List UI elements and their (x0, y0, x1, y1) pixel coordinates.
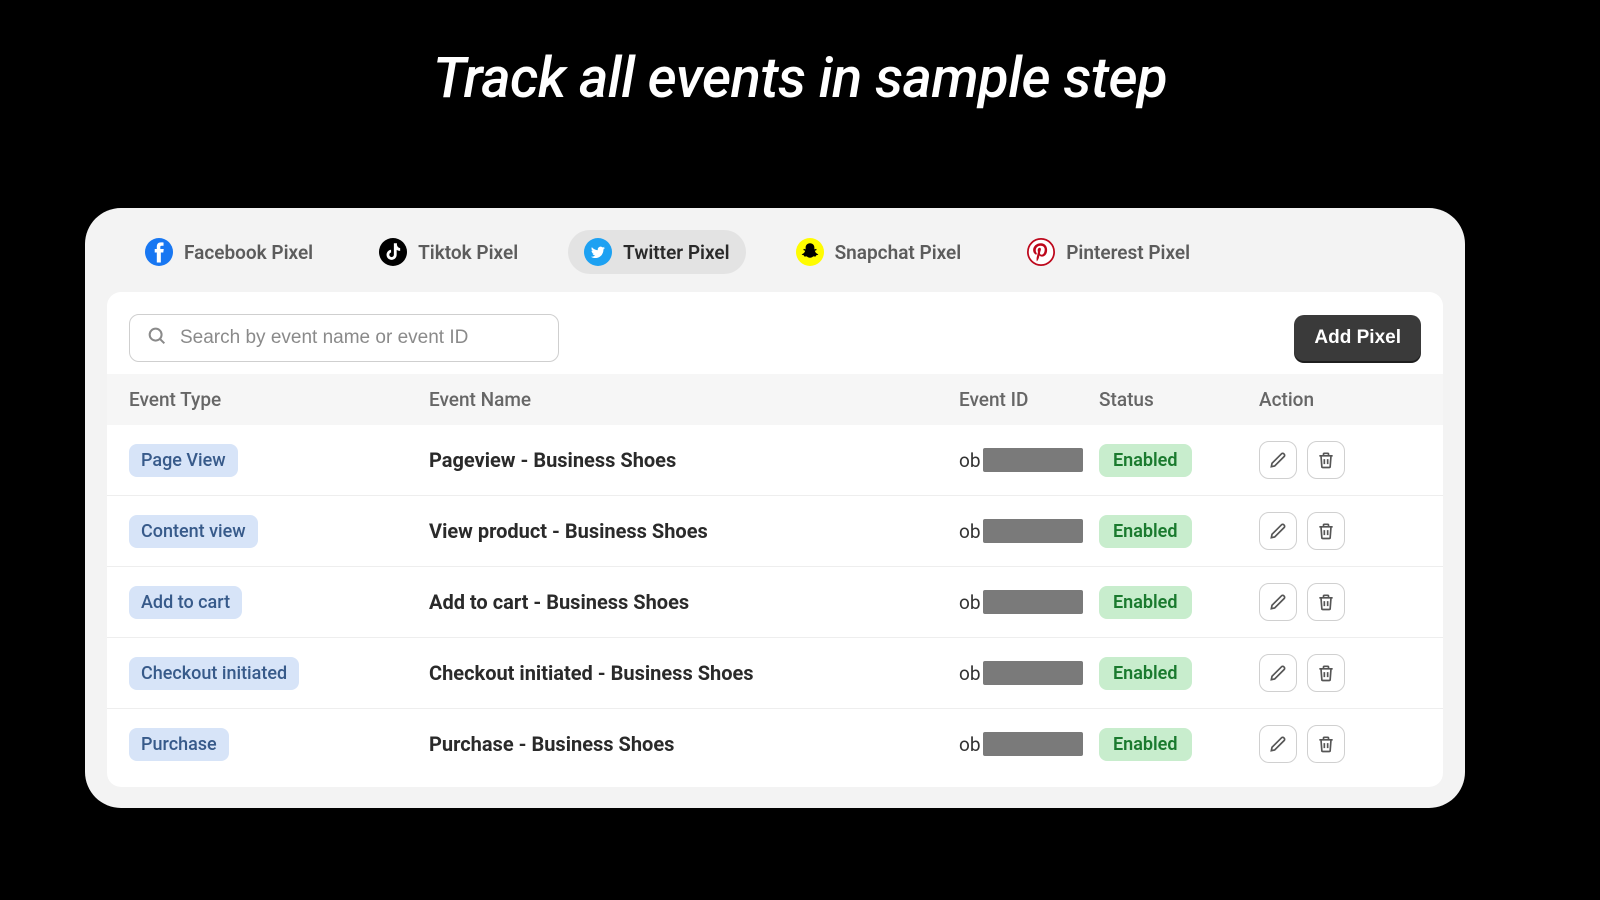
event-id: ob (959, 448, 1099, 472)
tab-tiktok-pixel[interactable]: Tiktok Pixel (363, 230, 534, 274)
col-action: Action (1259, 388, 1419, 411)
event-type-badge: Content view (129, 515, 258, 548)
edit-button[interactable] (1259, 512, 1297, 550)
search-input[interactable] (180, 327, 542, 349)
delete-button[interactable] (1307, 725, 1345, 763)
table-row: Content view View product - Business Shoe… (107, 496, 1443, 567)
col-status: Status (1099, 388, 1259, 411)
tab-label: Pinterest Pixel (1066, 241, 1190, 264)
event-name: Pageview - Business Shoes (429, 448, 959, 472)
event-name: View product - Business Shoes (429, 519, 959, 543)
table-header: Event Type Event Name Event ID Status Ac… (107, 374, 1443, 425)
page-headline: Track all events in sample step (0, 0, 1600, 111)
delete-button[interactable] (1307, 583, 1345, 621)
row-actions (1259, 512, 1419, 550)
table-row: Add to cart Add to cart - Business Shoeso… (107, 567, 1443, 638)
delete-button[interactable] (1307, 441, 1345, 479)
edit-button[interactable] (1259, 725, 1297, 763)
pixel-panel: Facebook Pixel Tiktok Pixel Twitter Pixe… (85, 208, 1465, 808)
event-type-badge: Purchase (129, 728, 229, 761)
status-badge: Enabled (1099, 728, 1192, 761)
edit-button[interactable] (1259, 583, 1297, 621)
table-row: Checkout initiated Checkout initiated - B… (107, 638, 1443, 709)
redacted-id (983, 732, 1083, 756)
row-actions (1259, 654, 1419, 692)
col-event-name: Event Name (429, 388, 959, 411)
status-badge: Enabled (1099, 444, 1192, 477)
tiktok-icon (379, 238, 407, 266)
event-name: Purchase - Business Shoes (429, 732, 959, 756)
edit-button[interactable] (1259, 441, 1297, 479)
delete-button[interactable] (1307, 654, 1345, 692)
redacted-id (983, 448, 1083, 472)
event-id: ob (959, 590, 1099, 614)
table-body: Page ViewPageview - Business ShoesobEnab… (107, 425, 1443, 779)
status-badge: Enabled (1099, 657, 1192, 690)
event-type-badge: Checkout initiated (129, 657, 299, 690)
tab-twitter-pixel[interactable]: Twitter Pixel (568, 230, 745, 274)
status-badge: Enabled (1099, 586, 1192, 619)
tab-facebook-pixel[interactable]: Facebook Pixel (129, 230, 329, 274)
toolbar: Add Pixel (107, 314, 1443, 374)
pixel-tabs: Facebook Pixel Tiktok Pixel Twitter Pixe… (85, 228, 1465, 292)
twitter-icon (584, 238, 612, 266)
tab-pinterest-pixel[interactable]: Pinterest Pixel (1011, 230, 1206, 274)
edit-button[interactable] (1259, 654, 1297, 692)
facebook-icon (145, 238, 173, 266)
search-icon (146, 325, 168, 351)
events-card: Add Pixel Event Type Event Name Event ID… (107, 292, 1443, 787)
table-row: Page View Pageview - Business ShoesobEnab… (107, 425, 1443, 496)
event-id: ob (959, 661, 1099, 685)
col-event-type: Event Type (129, 388, 429, 411)
pinterest-icon (1027, 238, 1055, 266)
col-event-id: Event ID (959, 388, 1099, 411)
event-id: ob (959, 519, 1099, 543)
table-row: Purchase Purchase - Business ShoesobEnabl… (107, 709, 1443, 779)
redacted-id (983, 590, 1083, 614)
event-name: Checkout initiated - Business Shoes (429, 661, 959, 685)
tab-label: Snapchat Pixel (835, 241, 962, 264)
row-actions (1259, 441, 1419, 479)
status-badge: Enabled (1099, 515, 1192, 548)
search-box[interactable] (129, 314, 559, 362)
snapchat-icon (796, 238, 824, 266)
row-actions (1259, 725, 1419, 763)
tab-label: Tiktok Pixel (418, 241, 518, 264)
delete-button[interactable] (1307, 512, 1345, 550)
tab-label: Facebook Pixel (184, 241, 313, 264)
event-name: Add to cart - Business Shoes (429, 590, 959, 614)
row-actions (1259, 583, 1419, 621)
add-pixel-button[interactable]: Add Pixel (1294, 315, 1421, 361)
tab-snapchat-pixel[interactable]: Snapchat Pixel (780, 230, 978, 274)
redacted-id (983, 519, 1083, 543)
redacted-id (983, 661, 1083, 685)
tab-label: Twitter Pixel (623, 241, 729, 264)
event-id: ob (959, 732, 1099, 756)
event-type-badge: Add to cart (129, 586, 242, 619)
event-type-badge: Page View (129, 444, 238, 477)
